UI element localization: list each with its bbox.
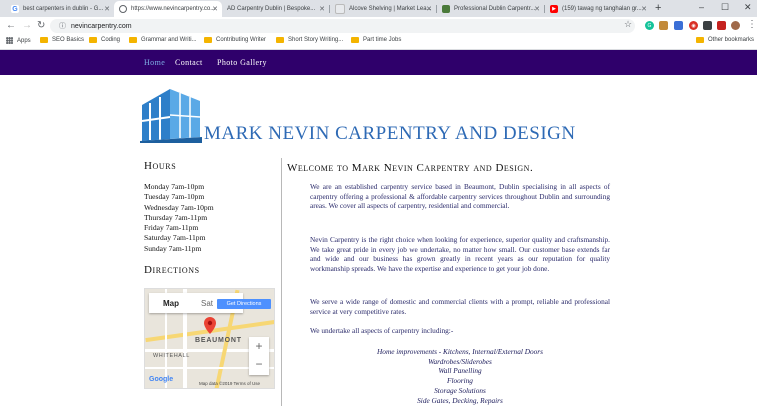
- get-directions-button[interactable]: Get Directions: [217, 299, 271, 309]
- services-list: Home improvements - Kitchens, Internal/E…: [310, 347, 610, 405]
- bookmark-folder[interactable]: Part time Jobs: [351, 37, 401, 43]
- info-icon: ⓘ: [59, 23, 66, 30]
- browser-tab[interactable]: Professional Dublin Carpentr... ✕: [437, 1, 544, 17]
- browser-tab[interactable]: ▶ (159) tawag ng tanghalan gr... ✕: [545, 1, 651, 17]
- satellite-tab[interactable]: Sat: [201, 299, 213, 308]
- nav-contact-link[interactable]: Contact: [175, 58, 203, 67]
- extension-icon[interactable]: [659, 21, 668, 30]
- avatar[interactable]: [731, 21, 740, 30]
- zoom-out-button[interactable]: −: [249, 355, 269, 373]
- map-area-label: WHITEHALL: [153, 353, 190, 359]
- new-tab-icon[interactable]: +: [655, 2, 661, 14]
- column-divider: [281, 158, 282, 406]
- hours-item: Wednesday 7am-10pm: [144, 202, 214, 212]
- bookmark-star-icon[interactable]: ☆: [624, 19, 632, 30]
- browser-tab[interactable]: G best carpenters in dublin - G... ✕: [6, 1, 114, 17]
- close-icon[interactable]: ✕: [104, 5, 110, 13]
- google-logo: Google: [149, 376, 174, 383]
- adblock-icon[interactable]: ◉: [689, 21, 698, 30]
- youtube-icon: ▶: [550, 5, 558, 13]
- service-item: Storage Solutions: [434, 385, 486, 395]
- folder-icon: [276, 37, 284, 43]
- bookmark-apps[interactable]: Apps: [6, 37, 31, 44]
- hours-item: Thursday 7am-11pm: [144, 212, 208, 222]
- site-icon: [442, 5, 450, 13]
- extension-icon[interactable]: [703, 21, 712, 30]
- browser-tab[interactable]: Alcove Shelving | Market Lea... ✕: [330, 1, 436, 17]
- extension-icon[interactable]: [674, 21, 683, 30]
- map-area-label: BEAUMONT: [195, 337, 242, 344]
- map-zoom-control: + −: [249, 337, 269, 375]
- maximize-icon[interactable]: ☐: [721, 2, 729, 13]
- reload-icon[interactable]: ↻: [37, 20, 45, 31]
- bookmark-folder[interactable]: Contributing Writer: [204, 37, 266, 43]
- browser-tab-active[interactable]: https://www.nevincarpentry.co... ✕: [114, 1, 222, 17]
- service-item: Wardrobes/Sliderobes: [428, 356, 492, 366]
- hours-item: Sunday 7am-11pm: [144, 243, 202, 253]
- hours-list: Monday 7am-10pm Tuesday 7am-10pm Wednesd…: [144, 182, 214, 254]
- hours-item: Saturday 7am-11pm: [144, 233, 206, 243]
- service-item: Wall Panelling: [438, 366, 482, 376]
- browser-tab-strip: G best carpenters in dublin - G... ✕ htt…: [0, 0, 757, 17]
- folder-icon: [204, 37, 212, 43]
- browser-tab[interactable]: AD Carpentry Dublin | Bespoke... ✕: [222, 1, 329, 17]
- map-pin-icon[interactable]: [204, 317, 216, 334]
- minimize-icon[interactable]: –: [699, 2, 704, 12]
- hours-item: Tuesday 7am-10pm: [144, 192, 205, 202]
- company-logo: [140, 89, 202, 143]
- address-text: nevincarpentry.com: [71, 22, 132, 30]
- close-icon[interactable]: ✕: [426, 5, 432, 13]
- service-item: Side Gates, Decking, Repairs: [417, 395, 503, 405]
- nav-home-link[interactable]: Home: [144, 58, 165, 67]
- nav-photo-gallery-link[interactable]: Photo Gallery: [217, 58, 267, 67]
- embedded-map[interactable]: Map Sat Get Directions BEAUMONT WHITEHAL…: [144, 288, 275, 389]
- site-title: MARK NEVIN CARPENTRY AND DESIGN: [204, 123, 576, 144]
- close-icon[interactable]: ✕: [212, 5, 218, 13]
- close-icon[interactable]: ✕: [319, 5, 325, 13]
- bookmarks-bar: Apps SEO Basics Coding Grammar and Writi…: [0, 35, 757, 50]
- bookmark-folder[interactable]: Short Story Writing...: [276, 37, 343, 43]
- service-item: Home improvements - Kitchens, Internal/E…: [377, 347, 543, 356]
- folder-icon: [696, 37, 704, 43]
- apps-icon: [6, 37, 13, 44]
- browser-toolbar: ← → ↻ ⓘ nevincarpentry.com ☆ G ◉ ⋮: [0, 17, 757, 35]
- site-nav: Home Contact Photo Gallery: [0, 50, 757, 75]
- close-icon[interactable]: ✕: [641, 5, 647, 13]
- hours-heading: Hours: [144, 160, 177, 172]
- close-window-icon[interactable]: ✕: [744, 2, 752, 13]
- intro-paragraph: We are an established carpentry service …: [310, 182, 610, 211]
- close-icon[interactable]: ✕: [534, 5, 540, 13]
- about-paragraph: Nevin Carpentry is the right choice when…: [310, 235, 610, 273]
- pdf-icon[interactable]: [717, 21, 726, 30]
- menu-icon[interactable]: ⋮: [747, 19, 757, 30]
- bookmark-folder[interactable]: Coding: [89, 37, 120, 43]
- back-icon[interactable]: ←: [6, 20, 16, 31]
- address-bar[interactable]: ⓘ nevincarpentry.com: [50, 19, 635, 33]
- bookmark-folder[interactable]: Grammar and Writi...: [129, 37, 197, 43]
- folder-icon: [89, 37, 97, 43]
- welcome-heading: Welcome to Mark Nevin Carpentry and Desi…: [287, 162, 534, 174]
- bookmark-folder[interactable]: SEO Basics: [40, 37, 84, 43]
- hours-item: Monday 7am-10pm: [144, 182, 205, 191]
- map-attribution[interactable]: Map data ©2019 Terms of Use: [199, 381, 260, 386]
- folder-icon: [40, 37, 48, 43]
- services-intro: We undertake all aspects of carpentry in…: [310, 326, 454, 335]
- map-tab[interactable]: Map: [163, 299, 179, 308]
- folder-icon: [129, 37, 137, 43]
- hours-item: Friday 7am-11pm: [144, 223, 199, 233]
- grammarly-icon[interactable]: G: [645, 21, 654, 30]
- directions-heading: Directions: [144, 264, 200, 276]
- google-icon: G: [11, 5, 19, 13]
- zoom-in-button[interactable]: +: [249, 337, 269, 355]
- bookmark-other[interactable]: Other bookmarks: [696, 37, 754, 43]
- clients-paragraph: We serve a wide range of domestic and co…: [310, 297, 610, 316]
- folder-icon: [351, 37, 359, 43]
- globe-icon: [119, 5, 127, 13]
- forward-icon[interactable]: →: [22, 20, 32, 31]
- page-icon: [335, 4, 345, 14]
- service-item: Flooring: [447, 376, 473, 386]
